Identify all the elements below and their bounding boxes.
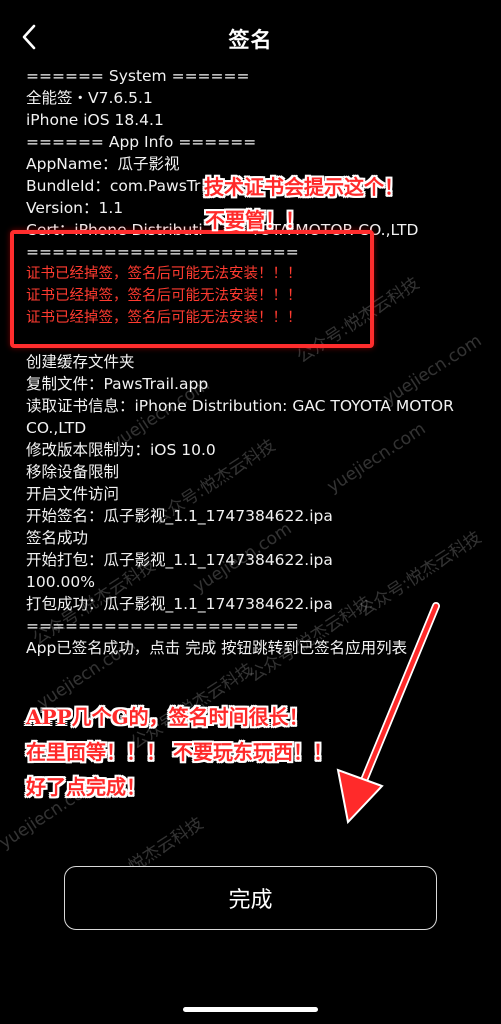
log-step: 打包成功：瓜子影视_1.1_1747384622.ipa (26, 595, 333, 613)
log-app-version: 全能签・V7.6.5.1 (26, 89, 153, 107)
log-device: iPhone iOS 18.4.1 (26, 111, 164, 129)
annotation-bottom-line: 好了点完成！ (26, 775, 146, 799)
log-final-message: App已签名成功，点击 完成 按钮跳转到已签名应用列表 (26, 639, 408, 657)
log-step: 读取证书信息：iPhone Distribution: GAC TOYOTA M… (26, 397, 454, 437)
home-indicator (183, 1007, 318, 1012)
navigation-bar: 签名 (0, 0, 501, 72)
done-button[interactable]: 完成 (64, 866, 437, 930)
annotation-top-line: 不要管！！ (205, 208, 305, 232)
annotation-bottom: APP几个G的，签名时间很长！ 在里面等！！！ 不要玩东玩西！！ 好了点完成！ (26, 700, 333, 805)
log-step: 开始签名：瓜子影视_1.1_1747384622.ipa (26, 507, 333, 525)
warning-highlight-box (10, 230, 374, 348)
page-title: 签名 (228, 28, 273, 52)
annotation-top: 技术证书会提示这个！ 不要管！！ (204, 171, 404, 237)
sign-log: ====== System ====== 全能签・V7.6.5.1 iPhone… (26, 65, 486, 659)
log-step: 100.00% (26, 573, 95, 591)
annotation-bottom-line: APP几个G的，签名时间很长！ (26, 705, 309, 729)
log-appinfo-header: ====== App Info ====== (26, 133, 257, 151)
log-system-header: ====== System ====== (26, 67, 250, 85)
log-step: 开启文件访问 (26, 485, 120, 503)
log-step: 开始打包：瓜子影视_1.1_1747384622.ipa (26, 551, 333, 569)
log-step: 复制文件：PawsTrail.app (26, 375, 209, 393)
log-step: 签名成功 (26, 529, 89, 547)
log-end-separator: ===================== (26, 617, 299, 635)
log-step: 移除设备限制 (26, 463, 120, 481)
annotation-bottom-line: 在里面等！！！ 不要玩东玩西！！ (26, 740, 333, 764)
log-step: 创建缓存文件夹 (26, 353, 135, 371)
log-step: 修改版本限制为：iOS 10.0 (26, 441, 216, 459)
annotation-top-line: 技术证书会提示这个！ (204, 175, 404, 199)
